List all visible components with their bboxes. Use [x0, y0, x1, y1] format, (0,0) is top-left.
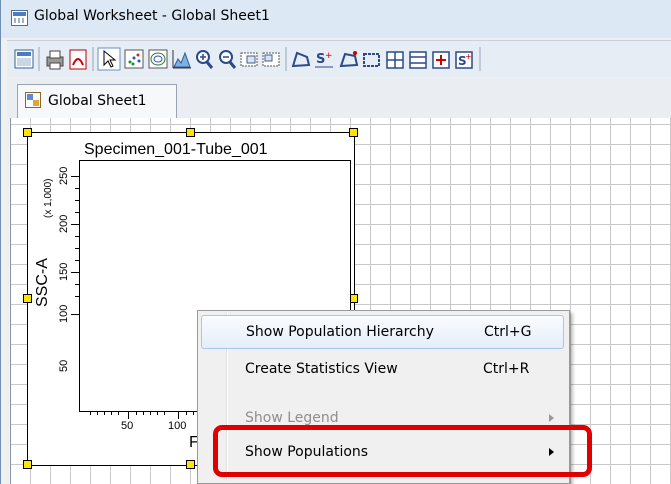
- toolbar: S + S +: [7, 40, 671, 77]
- svg-text:S: S: [316, 52, 325, 67]
- x-tick-minor: [150, 411, 151, 415]
- x-tick-minor: [111, 411, 112, 415]
- y-tick-minor: [75, 296, 79, 297]
- y-tick-minor: [75, 284, 79, 285]
- x-tick-minor: [118, 411, 119, 415]
- x-tick-minor: [186, 411, 187, 415]
- pdf-icon[interactable]: [69, 49, 87, 70]
- x-tick-minor: [164, 411, 165, 415]
- menu-item-label: Create Statistics View: [245, 361, 398, 377]
- sheet-icon: [25, 92, 41, 108]
- snap-to-gate-icon[interactable]: S +: [315, 51, 333, 68]
- y-tick-minor: [75, 248, 79, 249]
- bisector-gate-icon[interactable]: [409, 51, 427, 69]
- y-tick-minor: [75, 236, 79, 237]
- menu-item-shortcut: Ctrl+R: [483, 361, 530, 377]
- x-tick-minor: [104, 411, 105, 415]
- menu-item-create-statistics-view[interactable]: Create Statistics View Ctrl+R: [201, 353, 564, 387]
- range-gate-icon[interactable]: [432, 51, 450, 69]
- interval-gate-icon[interactable]: [339, 51, 359, 68]
- menu-item-label: Show Population Hierarchy: [246, 324, 434, 340]
- snap-grid-icon[interactable]: [240, 52, 258, 67]
- x-tick-label: 50: [121, 420, 134, 432]
- x-tick: [128, 411, 129, 419]
- menu-item-shortcut: Ctrl+G: [484, 324, 532, 340]
- toolbar-icons: S + S +: [14, 47, 481, 71]
- quad-gate-icon[interactable]: [386, 51, 404, 69]
- y-tick-label: 150: [58, 262, 70, 281]
- rectangle-gate-icon[interactable]: [363, 53, 380, 67]
- print-icon[interactable]: [46, 50, 64, 70]
- tab-label: Global Sheet1: [48, 93, 147, 109]
- y-tick-minor: [75, 212, 79, 213]
- dot-plot-icon[interactable]: [124, 49, 144, 69]
- pointer-icon[interactable]: [97, 47, 121, 71]
- x-tick-minor: [97, 411, 98, 415]
- y-tick-label: 250: [58, 166, 70, 185]
- y-tick: [71, 176, 79, 177]
- snap-grid-2-icon[interactable]: [262, 52, 280, 67]
- contour-plot-icon[interactable]: [148, 49, 168, 69]
- resize-handle[interactable]: [186, 128, 195, 137]
- resize-handle[interactable]: [23, 460, 32, 469]
- y-tick-label: 100: [58, 304, 70, 323]
- plot-title: Specimen_001-Tube_001: [84, 141, 268, 158]
- sheet-tab-strip: Global Sheet1: [7, 78, 671, 118]
- y-axis-label: SSC-A: [34, 258, 51, 307]
- submenu-arrow-icon: [549, 414, 554, 422]
- resize-handle[interactable]: [349, 128, 358, 137]
- x-tick-minor: [143, 411, 144, 415]
- y-tick-minor: [75, 200, 79, 201]
- menu-item-label: Show Legend: [245, 410, 339, 426]
- svg-text:+: +: [465, 52, 472, 61]
- y-tick-label: 50: [58, 359, 70, 372]
- resize-handle[interactable]: [23, 128, 32, 137]
- y-tick: [71, 272, 79, 273]
- y-tick: [71, 224, 79, 225]
- y-tick-label: 200: [58, 214, 70, 233]
- x-tick-minor: [157, 411, 158, 415]
- y-tick-minor: [75, 188, 79, 189]
- x-tick: [178, 411, 179, 419]
- resize-handle[interactable]: [186, 460, 195, 469]
- x-tick-minor: [90, 411, 91, 415]
- x-tick-label: 100: [168, 420, 187, 432]
- histogram-icon[interactable]: [172, 50, 191, 69]
- polygon-gate-icon[interactable]: [291, 51, 311, 68]
- zoom-in-icon[interactable]: [196, 50, 214, 69]
- x-tick-minor: [193, 411, 194, 415]
- window-title: Global Worksheet - Global Sheet1: [34, 8, 270, 24]
- stats-gate-icon[interactable]: S +: [455, 51, 473, 69]
- menu-item-show-population-hierarchy[interactable]: Show Population Hierarchy Ctrl+G: [201, 315, 564, 349]
- y-tick-minor: [75, 260, 79, 261]
- y-scale-label: (x 1,000): [43, 178, 54, 218]
- worksheet-icon: [11, 10, 28, 26]
- worksheet-icon[interactable]: [14, 49, 34, 69]
- y-tick: [71, 314, 79, 315]
- resize-handle[interactable]: [23, 294, 32, 303]
- x-tick-minor: [136, 411, 137, 415]
- tab-global-sheet1[interactable]: Global Sheet1: [17, 84, 177, 118]
- svg-text:+: +: [325, 51, 333, 61]
- zoom-out-icon[interactable]: [219, 50, 237, 69]
- highlight-annotation: [213, 425, 592, 477]
- title-bar: Global Worksheet - Global Sheet1: [1, 0, 671, 38]
